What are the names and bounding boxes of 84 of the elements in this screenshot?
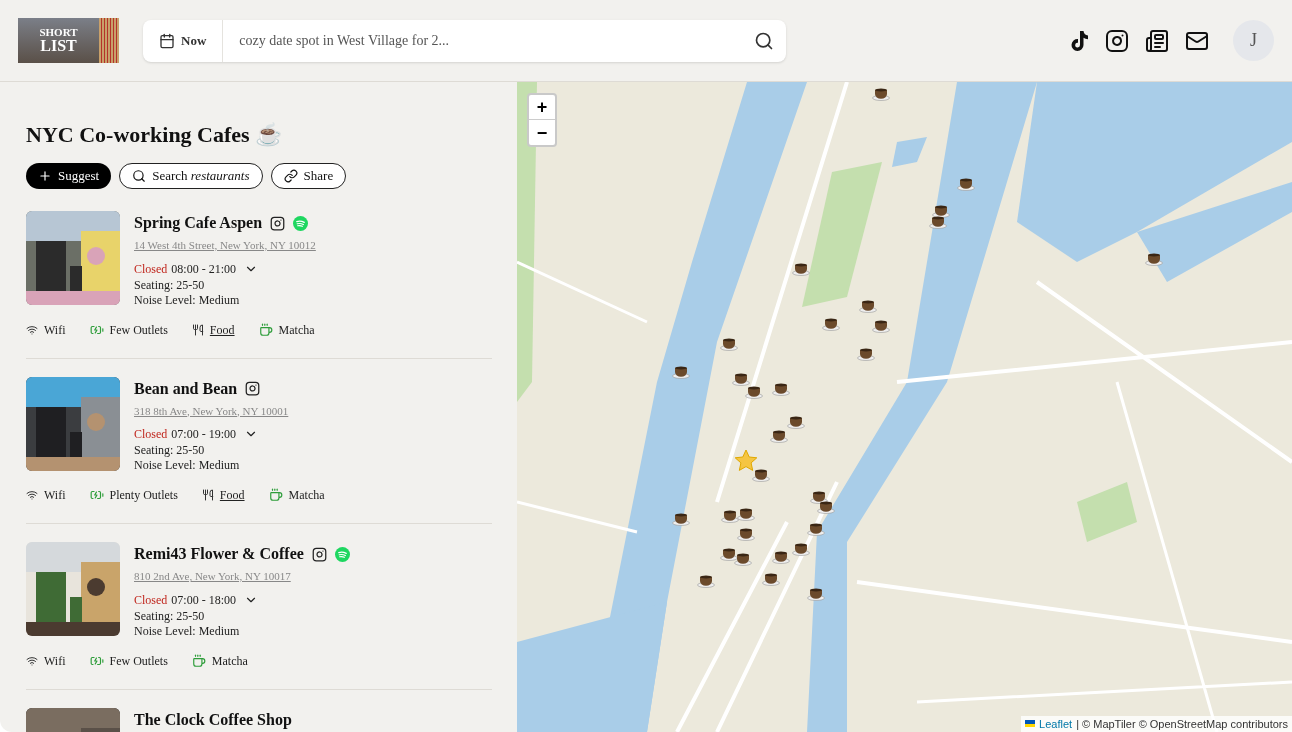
- coffee-marker-icon[interactable]: [772, 382, 790, 396]
- calendar-icon: [159, 32, 175, 49]
- list-title: NYC Co-working Cafes ☕: [26, 121, 284, 149]
- coffee-marker-icon[interactable]: [872, 87, 890, 101]
- zoom-in-button[interactable]: +: [529, 95, 555, 120]
- coffee-marker-icon[interactable]: [672, 365, 690, 379]
- zoom-out-button[interactable]: −: [529, 120, 555, 145]
- coffee-marker-icon[interactable]: [872, 319, 890, 333]
- hours-text: 07:00 - 19:00: [171, 426, 236, 443]
- coffee-marker-icon[interactable]: [737, 527, 755, 541]
- coffee-marker-icon[interactable]: [822, 317, 840, 331]
- amenity-label: Matcha: [211, 652, 248, 670]
- amenity-label: Matcha: [288, 487, 325, 504]
- noise-level-text: Noise Level: Medium: [134, 623, 241, 639]
- noise-level-text: Noise Level: Medium: [134, 292, 241, 308]
- amenity-label: Wifi: [44, 487, 66, 504]
- status-text: Closed: [134, 591, 168, 609]
- coffee-marker-icon[interactable]: [807, 522, 825, 536]
- search-bar[interactable]: Now cozy date spot in West Village for 2...: [143, 19, 786, 62]
- amenity-label: Few Outlets: [109, 321, 168, 339]
- amenity-label: Few Outlets: [109, 652, 168, 670]
- place-name[interactable]: The Clock Coffee Shop: [134, 707, 292, 732]
- instagram-icon[interactable]: [311, 546, 327, 562]
- amenity-label: Wifi: [44, 321, 66, 339]
- amenity-label: Matcha: [278, 321, 315, 339]
- instagram-icon[interactable]: [1105, 28, 1129, 53]
- coffee-marker-icon[interactable]: [672, 512, 690, 526]
- link-icon: [283, 169, 298, 183]
- coffee-marker-icon[interactable]: [957, 177, 975, 191]
- coffee-marker-icon[interactable]: [732, 372, 750, 386]
- instagram-icon[interactable]: [270, 215, 286, 231]
- search-button[interactable]: Search restaurants: [119, 163, 263, 189]
- place-name[interactable]: Spring Cafe Aspen: [134, 211, 263, 235]
- wifi-icon: [26, 654, 38, 667]
- plus-icon: [38, 169, 52, 183]
- suggest-button[interactable]: Suggest: [26, 163, 112, 189]
- noise-level-text: Noise Level: Medium: [134, 458, 241, 473]
- coffee-marker-icon[interactable]: [720, 337, 738, 351]
- cup-icon: [191, 653, 206, 668]
- coffee-marker-icon[interactable]: [762, 572, 780, 586]
- coffee-marker-icon[interactable]: [697, 574, 715, 588]
- wifi-icon: [26, 323, 38, 336]
- wifi-icon: [26, 489, 38, 501]
- search-icon: [132, 169, 147, 183]
- cup-icon: [258, 322, 273, 337]
- star-marker-icon[interactable]: [734, 449, 758, 473]
- search-field[interactable]: cozy date spot in West Village for 2...: [223, 19, 754, 62]
- place-name[interactable]: Remi43 Flower & Coffee: [134, 542, 304, 566]
- newspaper-icon[interactable]: [1145, 28, 1169, 53]
- coffee-marker-icon[interactable]: [807, 587, 825, 601]
- coffee-marker-icon[interactable]: [1145, 252, 1163, 266]
- status-text: Closed: [134, 426, 168, 443]
- utensils-icon: [191, 323, 204, 336]
- leaflet-link[interactable]: Leaflet: [1039, 715, 1073, 732]
- status-text: Closed: [134, 260, 168, 278]
- coffee-marker-icon[interactable]: [792, 262, 810, 276]
- battery-charging-icon: [89, 488, 104, 502]
- avatar[interactable]: J: [1233, 20, 1274, 61]
- food-link[interactable]: Food: [219, 486, 245, 504]
- coffee-marker-icon[interactable]: [770, 429, 788, 443]
- instagram-icon[interactable]: [245, 381, 261, 396]
- coffee-marker-icon[interactable]: [772, 550, 790, 564]
- coffee-marker-icon[interactable]: [720, 547, 738, 561]
- coffee-marker-icon[interactable]: [857, 347, 875, 361]
- seating-text: Seating: 25-50: [134, 443, 206, 458]
- search-icon[interactable]: [754, 30, 774, 51]
- amenity-label: Wifi: [44, 652, 66, 670]
- amenity-label: Plenty Outlets: [109, 487, 178, 504]
- seating-text: Seating: 25-50: [134, 608, 206, 624]
- attribution-text: | © MapTiler © OpenStreetMap contributors: [1076, 716, 1288, 732]
- coffee-marker-icon[interactable]: [745, 385, 763, 399]
- food-link[interactable]: Food: [209, 320, 235, 339]
- place-name[interactable]: Bean and Bean: [134, 376, 238, 401]
- hours-text: 08:00 - 21:00: [171, 260, 236, 278]
- cup-icon: [268, 488, 283, 502]
- coffee-marker-icon[interactable]: [752, 468, 770, 482]
- hours-text: 07:00 - 18:00: [171, 591, 236, 609]
- coffee-marker-icon[interactable]: [792, 542, 810, 556]
- coffee-marker-icon[interactable]: [787, 415, 805, 429]
- share-button[interactable]: Share: [270, 163, 347, 189]
- coffee-marker-icon[interactable]: [859, 299, 877, 313]
- seating-text: Seating: 25-50: [134, 277, 206, 293]
- tiktok-icon[interactable]: [1069, 29, 1089, 52]
- utensils-icon: [201, 489, 214, 501]
